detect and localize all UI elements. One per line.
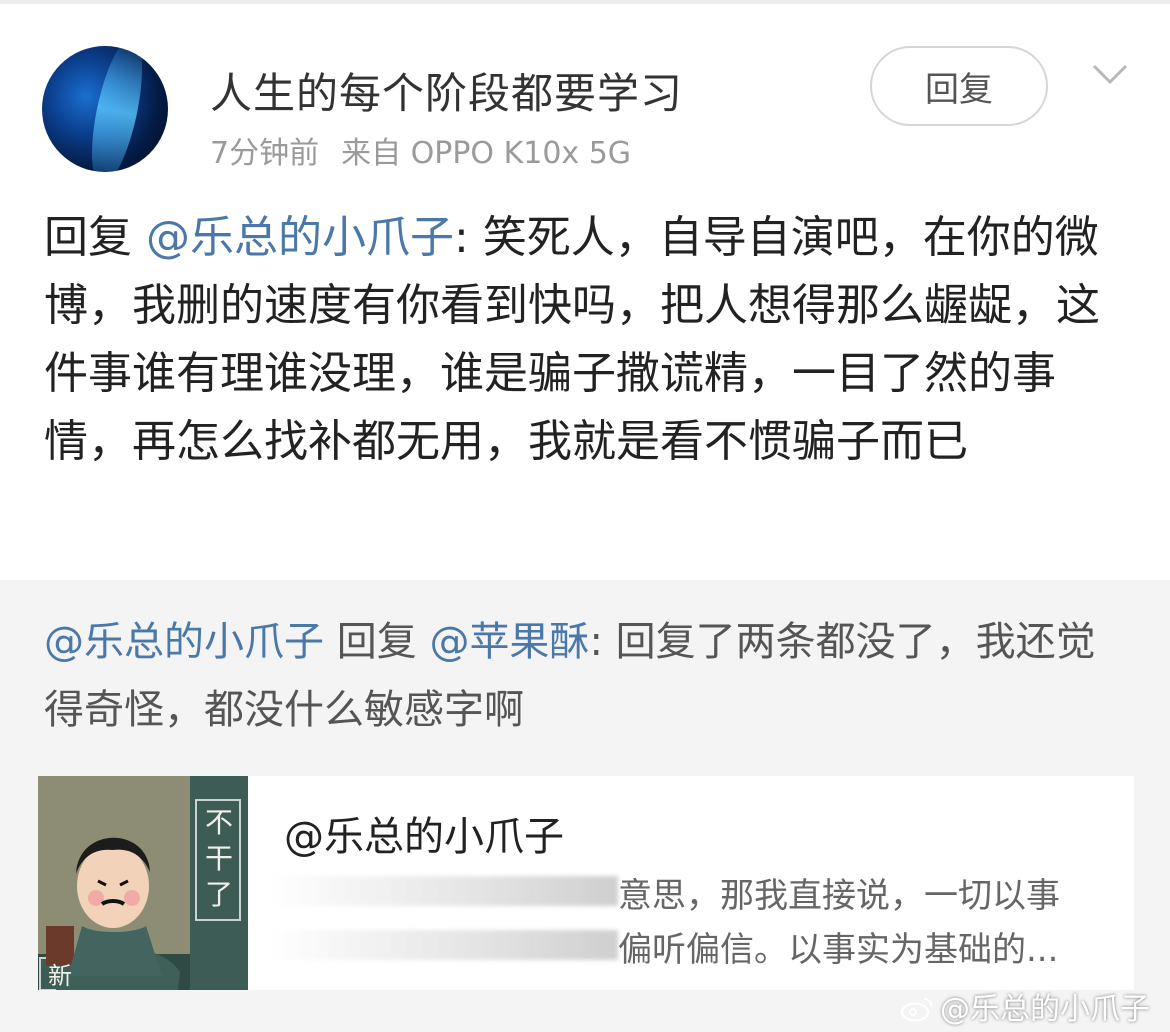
quoted-to-mention-link[interactable]: @苹果酥 bbox=[429, 619, 589, 665]
comment-mention-link[interactable]: @乐总的小爪子 bbox=[146, 212, 454, 263]
thumb-vertical-char-3: 了 bbox=[205, 878, 233, 911]
card-author-name[interactable]: @乐总的小爪子 bbox=[284, 804, 564, 862]
redacted-blur bbox=[268, 930, 618, 960]
reply-button[interactable]: 回复 bbox=[870, 46, 1048, 126]
watermark: @乐总的小爪子 bbox=[900, 984, 1150, 1028]
weibo-logo-icon bbox=[900, 998, 933, 1022]
post-meta: 7分钟前 来自 OPPO K10x 5G bbox=[210, 128, 631, 172]
card-thumbnail: 不 干 了 新 bbox=[38, 776, 248, 990]
thumb-vertical-char-2: 干 bbox=[205, 842, 233, 875]
card-excerpt-line: 偏听偏信。以事实为基础的... bbox=[618, 930, 1059, 970]
redacted-blur bbox=[268, 876, 618, 906]
thumb-corner-char: 新 bbox=[48, 962, 72, 990]
post-time: 7分钟前 bbox=[210, 136, 320, 171]
avatar[interactable] bbox=[42, 46, 168, 172]
comment-prefix: 回复 bbox=[44, 212, 146, 263]
author-name[interactable]: 人生的每个阶段都要学习 bbox=[210, 60, 683, 121]
top-divider bbox=[0, 0, 1170, 4]
thumb-vertical-char-1: 不 bbox=[205, 806, 233, 839]
original-post-card[interactable]: 不 干 了 新 @乐总的小爪子 意思，那我直接说，一切以事 偏听偏信。以事实为基… bbox=[38, 776, 1134, 990]
quoted-reply-word: 回复 bbox=[324, 619, 430, 665]
cartoon-figure-image: 不 干 了 新 bbox=[38, 776, 248, 990]
comment-text: 回复 @乐总的小爪子: 笑死人，自导自演吧，在你的微博，我删的速度有你看到快吗，… bbox=[44, 204, 1134, 476]
watermark-text: @乐总的小爪子 bbox=[940, 992, 1150, 1027]
chevron-down-icon[interactable] bbox=[1092, 60, 1128, 88]
quoted-from-mention-link[interactable]: @乐总的小爪子 bbox=[44, 619, 324, 665]
card-excerpt-line: 意思，那我直接说，一切以事 bbox=[618, 876, 1060, 916]
quoted-reply-text: @乐总的小爪子 回复 @苹果酥: 回复了两条都没了，我还觉得奇怪，都没什么敏感字… bbox=[44, 608, 1134, 744]
post-source: 来自 OPPO K10x 5G bbox=[341, 136, 632, 171]
